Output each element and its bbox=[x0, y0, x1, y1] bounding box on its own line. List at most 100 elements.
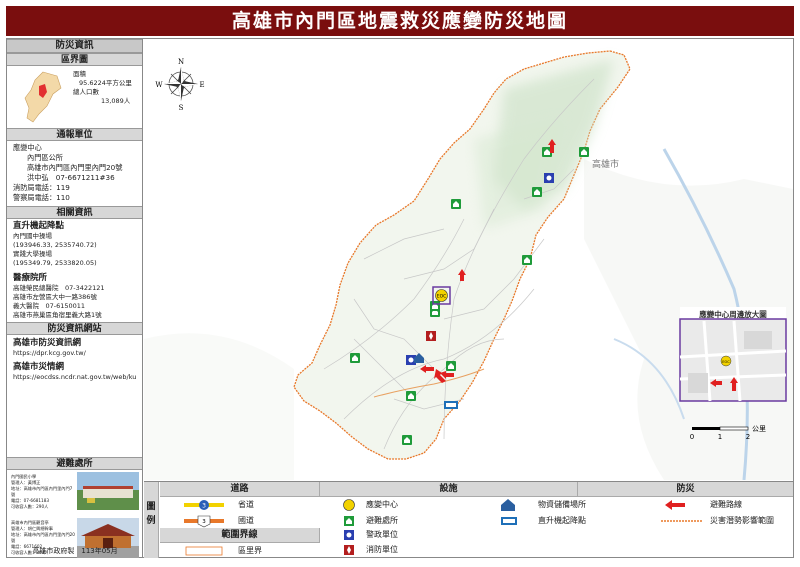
medical-3: 義大醫院 07-6150011 bbox=[13, 302, 86, 310]
district-locator-map bbox=[24, 71, 62, 123]
inset-title: 應變中心周邊放大圖 bbox=[699, 309, 767, 319]
fire-icon[interactable] bbox=[426, 331, 436, 341]
legend-district-boundary-label: 區里界 bbox=[238, 546, 262, 555]
compass-s: S bbox=[179, 104, 184, 112]
helipad-title: 直升機起降點 bbox=[13, 221, 65, 231]
legend-police bbox=[342, 528, 356, 542]
notify-office: 內門區公所 bbox=[27, 153, 63, 162]
section-header-notify: 通報單位 bbox=[7, 128, 142, 141]
district-map-section: 面積 95.6224平方公里 總人口數 13,089人 bbox=[7, 66, 142, 128]
area-label: 面積 bbox=[73, 70, 86, 78]
inset-panel: 應變中心周邊放大圖 EOC bbox=[679, 307, 787, 402]
scale-unit: 公里 bbox=[752, 425, 766, 433]
legend-provincial-label: 省道 bbox=[238, 500, 254, 509]
legend-boundary-header: 範圍界線 bbox=[160, 528, 320, 543]
medical-2: 高雄市左營區大中一路386號 bbox=[13, 293, 97, 301]
scale-2: 2 bbox=[746, 433, 750, 441]
county-number: 3 bbox=[202, 519, 206, 525]
website-2-url[interactable]: https://eocdss.ncdr.nat.gov.tw/web/ku bbox=[13, 373, 138, 382]
notify-contact: 洪中弘 07-6671211#36 bbox=[27, 173, 115, 182]
legend-panel: 圖例 道路 設施 防災 範圍界線 3 省道 3 國道 區里界 應變中心 避難處所… bbox=[144, 481, 793, 558]
shelter-icon[interactable] bbox=[406, 391, 416, 401]
shelter-1-photo bbox=[77, 472, 139, 510]
district-map-svg: 高雄市 N S E W EOC 應變中心周邊放大圖 EOC 0 1 2 公里 bbox=[144, 50, 793, 480]
legend-police-label: 警政單位 bbox=[366, 530, 398, 539]
legend-road-header: 道路 bbox=[160, 482, 320, 497]
medical-1: 高雄榮民總醫院 07-3422121 bbox=[13, 284, 105, 292]
map-title: 高雄市內門區地震救災應變防災地圖 bbox=[231, 10, 568, 32]
legend-warehouse bbox=[500, 498, 516, 512]
website-1-url[interactable]: https://dpr.kcg.gov.tw/ bbox=[13, 349, 138, 358]
shelter-icon[interactable] bbox=[451, 199, 461, 209]
section-header-info: 防災資訊 bbox=[7, 39, 142, 53]
shelter-1-capacity: 可收容人數：290人 bbox=[11, 504, 49, 509]
scale-1: 1 bbox=[718, 433, 722, 441]
legend-county-label: 國道 bbox=[238, 516, 254, 525]
legend-evac-route bbox=[664, 498, 686, 512]
legend-helipad bbox=[500, 514, 518, 528]
shelter-icon[interactable] bbox=[446, 361, 456, 371]
police-icon[interactable] bbox=[544, 173, 554, 183]
fire-phone: 消防局電話：119 bbox=[13, 183, 70, 192]
website-1-name: 高雄市防災資訊網 bbox=[13, 338, 82, 348]
legend-eoc-label: 應變中心 bbox=[366, 500, 398, 509]
legend-district-boundary bbox=[184, 544, 224, 558]
notify-section: 應變中心 內門區公所 高雄市內門區內門里內門20號 洪中弘 07-6671211… bbox=[7, 141, 142, 206]
compass-rose: N S E W bbox=[155, 58, 204, 112]
legend-fire bbox=[342, 543, 356, 557]
legend-shelter bbox=[342, 514, 356, 528]
section-header-related: 相關資訊 bbox=[7, 206, 142, 219]
legend-provincial: 3 bbox=[184, 498, 224, 512]
shelter-2-address: 地址：高雄市內門區內門里內門20號 bbox=[11, 532, 75, 543]
area-value: 95.6224平方公里 bbox=[79, 79, 132, 87]
eoc-text: EOC bbox=[437, 294, 447, 300]
legend-facility-header: 設施 bbox=[320, 482, 578, 497]
shelter-icon[interactable] bbox=[402, 435, 412, 445]
shelter-icon[interactable] bbox=[522, 255, 532, 265]
legend-hazard-label: 災害潛勢影響範圍 bbox=[710, 516, 774, 525]
police-phone: 警察局電話：110 bbox=[13, 193, 70, 202]
medical-4: 高雄市燕巢區角宿里義大路1號 bbox=[13, 311, 102, 319]
legend-prevention-header: 防災 bbox=[578, 482, 793, 497]
section-header-district-map: 區界圖 bbox=[7, 53, 142, 66]
map-view[interactable]: 高雄市 N S E W EOC 應變中心周邊放大圖 EOC 0 1 2 公里 bbox=[144, 39, 793, 480]
legend-title: 圖例 bbox=[144, 482, 159, 558]
compass-n: N bbox=[178, 58, 184, 66]
map-footer: 高雄市政府製 113年05月 bbox=[32, 547, 118, 555]
shelter-icon[interactable] bbox=[350, 353, 360, 363]
info-panel: 防災資訊 區界圖 面積 95.6224平方公里 總人口數 13,089人 通報單… bbox=[7, 39, 143, 558]
legend-evac-route-label: 避難路線 bbox=[710, 500, 742, 509]
legend-helipad-label: 直升機起降點 bbox=[538, 516, 586, 525]
legend-county: 3 bbox=[184, 514, 224, 528]
section-header-shelter: 避難處所 bbox=[7, 457, 142, 470]
section-header-web: 防災資訊網站 bbox=[7, 322, 142, 335]
legend-shelter-label: 避難處所 bbox=[366, 516, 398, 525]
population-value: 13,089人 bbox=[101, 97, 131, 105]
legend-fire-label: 消防單位 bbox=[366, 545, 398, 554]
related-section: 直升機起降點 內門國中操場 (193946.33, 2535740.72) 實踐… bbox=[7, 219, 142, 322]
legend-eoc bbox=[342, 498, 356, 512]
notify-center: 應變中心 bbox=[13, 143, 42, 152]
legend-hazard bbox=[660, 514, 704, 528]
helipad-1-name: 內門國中操場 bbox=[13, 232, 52, 240]
helipad-2-coord: (195349.79, 2533820.05) bbox=[13, 259, 97, 267]
compass-e: E bbox=[199, 81, 204, 89]
helipad-icon[interactable] bbox=[444, 401, 458, 409]
compass-w: W bbox=[155, 81, 163, 89]
website-2-name: 高雄市災情網 bbox=[13, 362, 65, 372]
medical-title: 醫療院所 bbox=[13, 273, 48, 283]
population-label: 總人口數 bbox=[73, 88, 99, 96]
city-label: 高雄市 bbox=[592, 158, 619, 170]
web-section: 高雄市防災資訊網 https://dpr.kcg.gov.tw/ 高雄市災情網 … bbox=[7, 335, 142, 457]
provincial-number: 3 bbox=[202, 503, 206, 510]
shelter-icon[interactable] bbox=[532, 187, 542, 197]
legend-warehouse-label: 物資儲備場所 bbox=[538, 500, 586, 509]
shelter-icon[interactable] bbox=[430, 301, 440, 311]
shelter-icon[interactable] bbox=[579, 147, 589, 157]
inset-eoc-text: EOC bbox=[722, 360, 730, 364]
map-title-banner: 高雄市內門區地震救災應變防災地圖 bbox=[6, 6, 794, 36]
shelter-1-info: 內門國民小學 管理人：黃博正 地址：高雄市內門區內門里內門7號 電話：07-66… bbox=[11, 474, 75, 510]
notify-address: 高雄市內門區內門里內門20號 bbox=[27, 163, 123, 172]
scale-0: 0 bbox=[690, 433, 694, 441]
helipad-1-coord: (193946.33, 2535740.72) bbox=[13, 241, 97, 249]
